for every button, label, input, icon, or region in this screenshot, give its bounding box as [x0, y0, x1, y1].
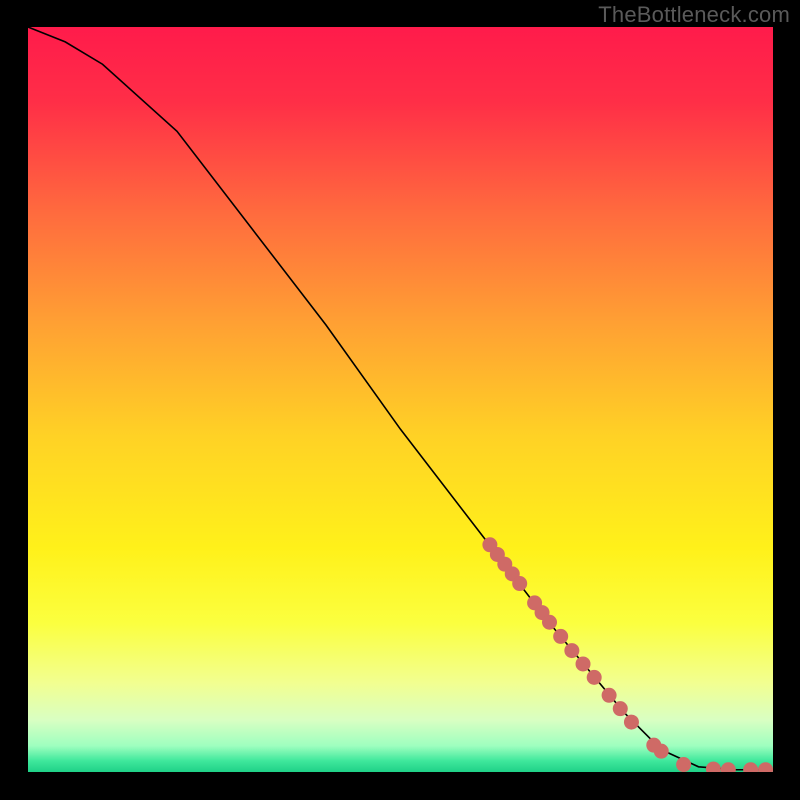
data-marker: [553, 629, 568, 644]
data-marker: [654, 744, 669, 759]
data-marker: [624, 715, 639, 730]
plot-area: [28, 27, 773, 772]
gradient-background: [28, 27, 773, 772]
data-marker: [564, 643, 579, 658]
data-marker: [542, 615, 557, 630]
chart-svg: [28, 27, 773, 772]
data-marker: [587, 670, 602, 685]
data-marker: [613, 701, 628, 716]
data-marker: [576, 656, 591, 671]
data-marker: [512, 576, 527, 591]
data-marker: [676, 757, 691, 772]
chart-frame: TheBottleneck.com: [0, 0, 800, 800]
data-marker: [602, 688, 617, 703]
watermark-text: TheBottleneck.com: [598, 2, 790, 28]
